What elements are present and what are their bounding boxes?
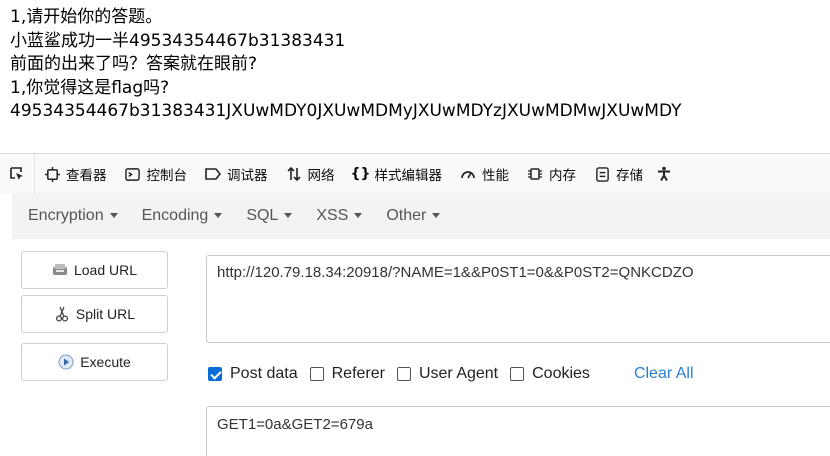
post-data-option[interactable]: Post data	[208, 365, 298, 383]
execute-button[interactable]: Execute	[21, 343, 168, 381]
tab-style-editor[interactable]: {} 样式编辑器	[344, 154, 452, 194]
clear-all-link[interactable]: Clear All	[634, 365, 694, 383]
menu-sql-label: SQL	[246, 207, 279, 224]
tab-console[interactable]: 控制台	[116, 154, 197, 194]
referer-label: Referer	[331, 365, 385, 382]
storage-icon	[594, 166, 610, 182]
referer-checkbox[interactable]	[309, 367, 324, 381]
load-url-button[interactable]: Load URL	[21, 251, 168, 289]
console-icon	[125, 166, 141, 182]
chevron-down-icon	[284, 213, 293, 219]
scissors-icon	[54, 306, 70, 322]
tab-debugger[interactable]: 调试器	[196, 154, 277, 194]
options-row: Post data Referer User Agent Cookies Cle…	[208, 360, 694, 388]
split-url-label: Split URL	[75, 306, 136, 322]
hackbar-body: Load URL Split URL Execute http://120.79…	[12, 239, 830, 456]
tab-memory-label: 内存	[549, 168, 576, 184]
play-icon	[58, 354, 74, 370]
tab-network-label: 网络	[307, 168, 335, 184]
hackbar-menu: Encryption Encoding SQL XSS Other	[12, 193, 830, 239]
load-url-icon	[52, 262, 68, 278]
menu-xss-label: XSS	[316, 207, 349, 224]
post-data-checkbox[interactable]	[208, 367, 222, 381]
chevron-down-icon	[432, 213, 441, 219]
performance-icon	[460, 166, 476, 182]
chevron-down-icon	[214, 213, 223, 219]
tab-network[interactable]: 网络	[277, 154, 344, 194]
tab-inspector[interactable]: 查看器	[35, 154, 116, 194]
chevron-down-icon	[354, 213, 363, 219]
split-url-button[interactable]: Split URL	[21, 295, 168, 333]
tab-performance[interactable]: 性能	[451, 154, 518, 194]
page-line-5: 49534354467b31383431JXUwMDY0JXUwMDMyJXUw…	[10, 101, 682, 121]
referer-option[interactable]: Referer	[309, 365, 385, 383]
element-picker-icon	[10, 167, 23, 180]
tab-debugger-label: 调试器	[227, 168, 268, 184]
tab-memory[interactable]: 内存	[518, 154, 585, 194]
menu-other-label: Other	[386, 207, 427, 224]
style-editor-icon: {}	[350, 166, 371, 182]
page-line-4: 1,你觉得这是flag吗?	[10, 77, 170, 98]
tab-inspector-label: 查看器	[66, 168, 107, 184]
devtools-toolbar: 查看器 控制台 调试器 网络 {} 样式编辑器 性能 内存 存储	[0, 153, 830, 194]
menu-xss[interactable]: XSS	[300, 207, 370, 225]
debugger-icon	[205, 166, 221, 182]
hackbar-panel: Encryption Encoding SQL XSS Other Load U…	[12, 193, 830, 456]
cookies-label: Cookies	[532, 365, 590, 382]
page-line-3: 前面的出来了吗？答案就在眼前?	[10, 54, 258, 74]
load-url-label: Load URL	[73, 262, 138, 278]
cookies-checkbox[interactable]	[510, 367, 525, 381]
post-data-label: Post data	[230, 365, 298, 382]
memory-icon	[527, 166, 543, 182]
execute-label: Execute	[80, 354, 131, 370]
inspector-icon	[44, 166, 60, 182]
tab-performance-label: 性能	[482, 168, 509, 184]
user-agent-checkbox[interactable]	[396, 367, 411, 381]
accessibility-icon	[656, 166, 672, 182]
page-line-2: 小蓝鲨成功一半49534354467b31383431	[10, 30, 346, 51]
post-data-input[interactable]: GET1=0a&GET2=679a	[206, 406, 830, 456]
menu-other[interactable]: Other	[370, 207, 448, 225]
menu-encryption-label: Encryption	[28, 207, 104, 224]
user-agent-label: User Agent	[418, 365, 499, 382]
page-content: 1,请开始你的答题。 小蓝鲨成功一半49534354467b31383431 前…	[10, 6, 830, 124]
menu-encryption[interactable]: Encryption	[12, 207, 126, 225]
menu-encoding-label: Encoding	[141, 207, 209, 224]
element-picker-button[interactable]	[0, 154, 35, 194]
user-agent-option[interactable]: User Agent	[396, 365, 499, 383]
page-line-1: 1,请开始你的答题。	[10, 7, 163, 27]
tab-storage[interactable]: 存储	[585, 154, 652, 194]
tab-accessibility[interactable]	[652, 154, 687, 194]
tab-storage-label: 存储	[616, 168, 643, 184]
tab-console-label: 控制台	[146, 168, 188, 184]
network-icon	[286, 166, 302, 182]
menu-encoding[interactable]: Encoding	[126, 207, 231, 225]
cookies-option[interactable]: Cookies	[510, 365, 590, 383]
chevron-down-icon	[109, 213, 118, 219]
url-input[interactable]: http://120.79.18.34:20918/?NAME=1&&P0ST1…	[206, 255, 830, 343]
tab-style-editor-label: 样式编辑器	[374, 168, 443, 184]
menu-sql[interactable]: SQL	[230, 207, 300, 225]
